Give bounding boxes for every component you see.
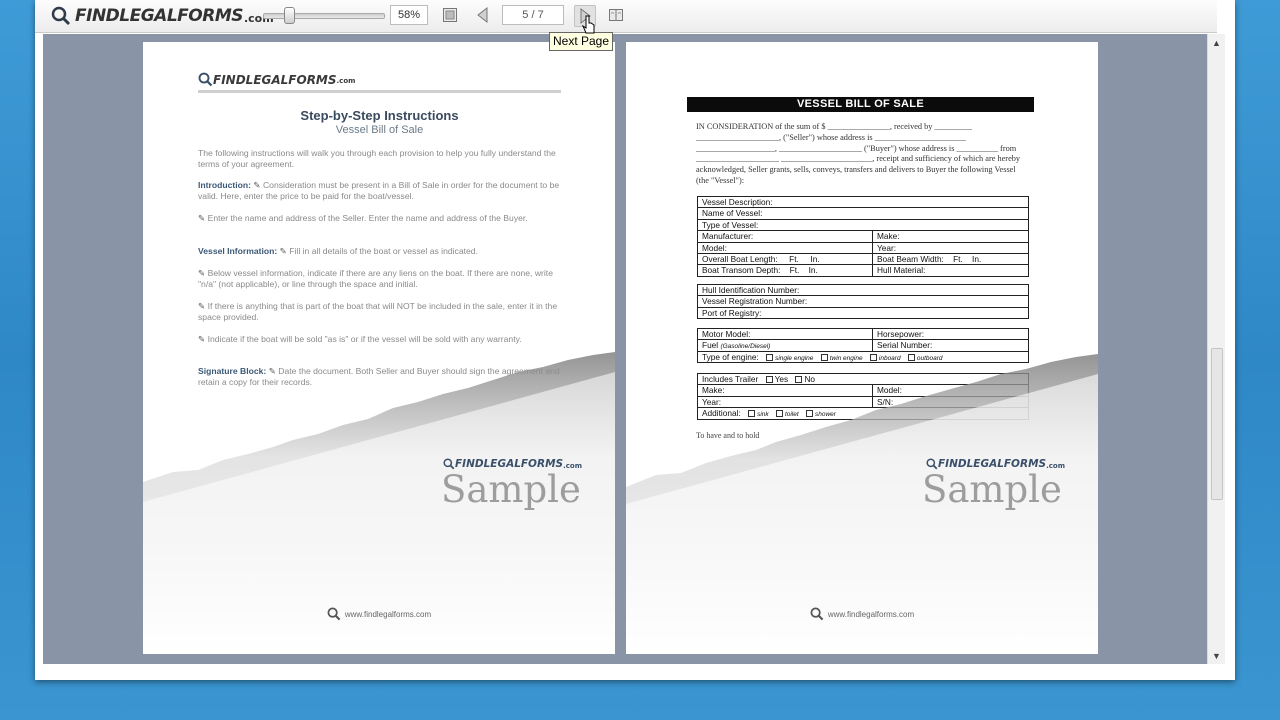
previous-page-button[interactable]: [473, 5, 493, 25]
instructions-page: FINDLEGALFORMS .com Step-by-Step Instruc…: [143, 42, 615, 654]
page-number-field[interactable]: 5 / 7: [502, 5, 564, 25]
document-viewport[interactable]: FINDLEGALFORMS .com Step-by-Step Instruc…: [43, 34, 1225, 664]
fit-page-icon: [443, 8, 457, 22]
mouse-pointer-icon: [582, 15, 595, 34]
magnifier-logo-icon: [327, 607, 341, 621]
logo-text: FINDLEGALFORMS: [75, 6, 243, 26]
bill-of-sale-page: VESSEL BILL OF SALE IN CONSIDERATION of …: [626, 42, 1098, 654]
torn-page-overlay: [143, 352, 615, 654]
two-page-view-icon: [609, 9, 623, 21]
magnifier-logo-icon: [51, 6, 71, 26]
magnifier-logo-icon: [810, 607, 824, 621]
scrollbar-thumb[interactable]: [1211, 348, 1223, 500]
fit-page-button[interactable]: [440, 5, 460, 25]
page-footer: www.findlegalforms.com: [626, 607, 1098, 621]
torn-page-overlay: [626, 354, 1098, 654]
page-footer: www.findlegalforms.com: [143, 607, 615, 621]
footer-url: www.findlegalforms.com: [827, 609, 915, 619]
sample-watermark: Sample: [441, 468, 581, 511]
vertical-scrollbar[interactable]: ▲ ▼: [1207, 34, 1225, 664]
sample-watermark: Sample: [922, 468, 1062, 511]
scroll-up-icon[interactable]: ▲: [1212, 38, 1221, 48]
two-page-view-button[interactable]: [606, 5, 626, 25]
zoom-level-field[interactable]: 58%: [390, 5, 428, 25]
zoom-slider-thumb[interactable]: [284, 7, 295, 24]
arrow-left-icon: [477, 7, 488, 23]
app-logo: FINDLEGALFORMS .com: [51, 3, 274, 29]
toolbar: FINDLEGALFORMS .com 58% 5 / 7: [35, 0, 1217, 33]
pdf-viewer-window: FINDLEGALFORMS .com 58% 5 / 7 Next Page …: [35, 0, 1235, 680]
footer-url: www.findlegalforms.com: [344, 609, 432, 619]
scroll-down-icon[interactable]: ▼: [1212, 651, 1221, 661]
zoom-slider[interactable]: [263, 13, 385, 19]
